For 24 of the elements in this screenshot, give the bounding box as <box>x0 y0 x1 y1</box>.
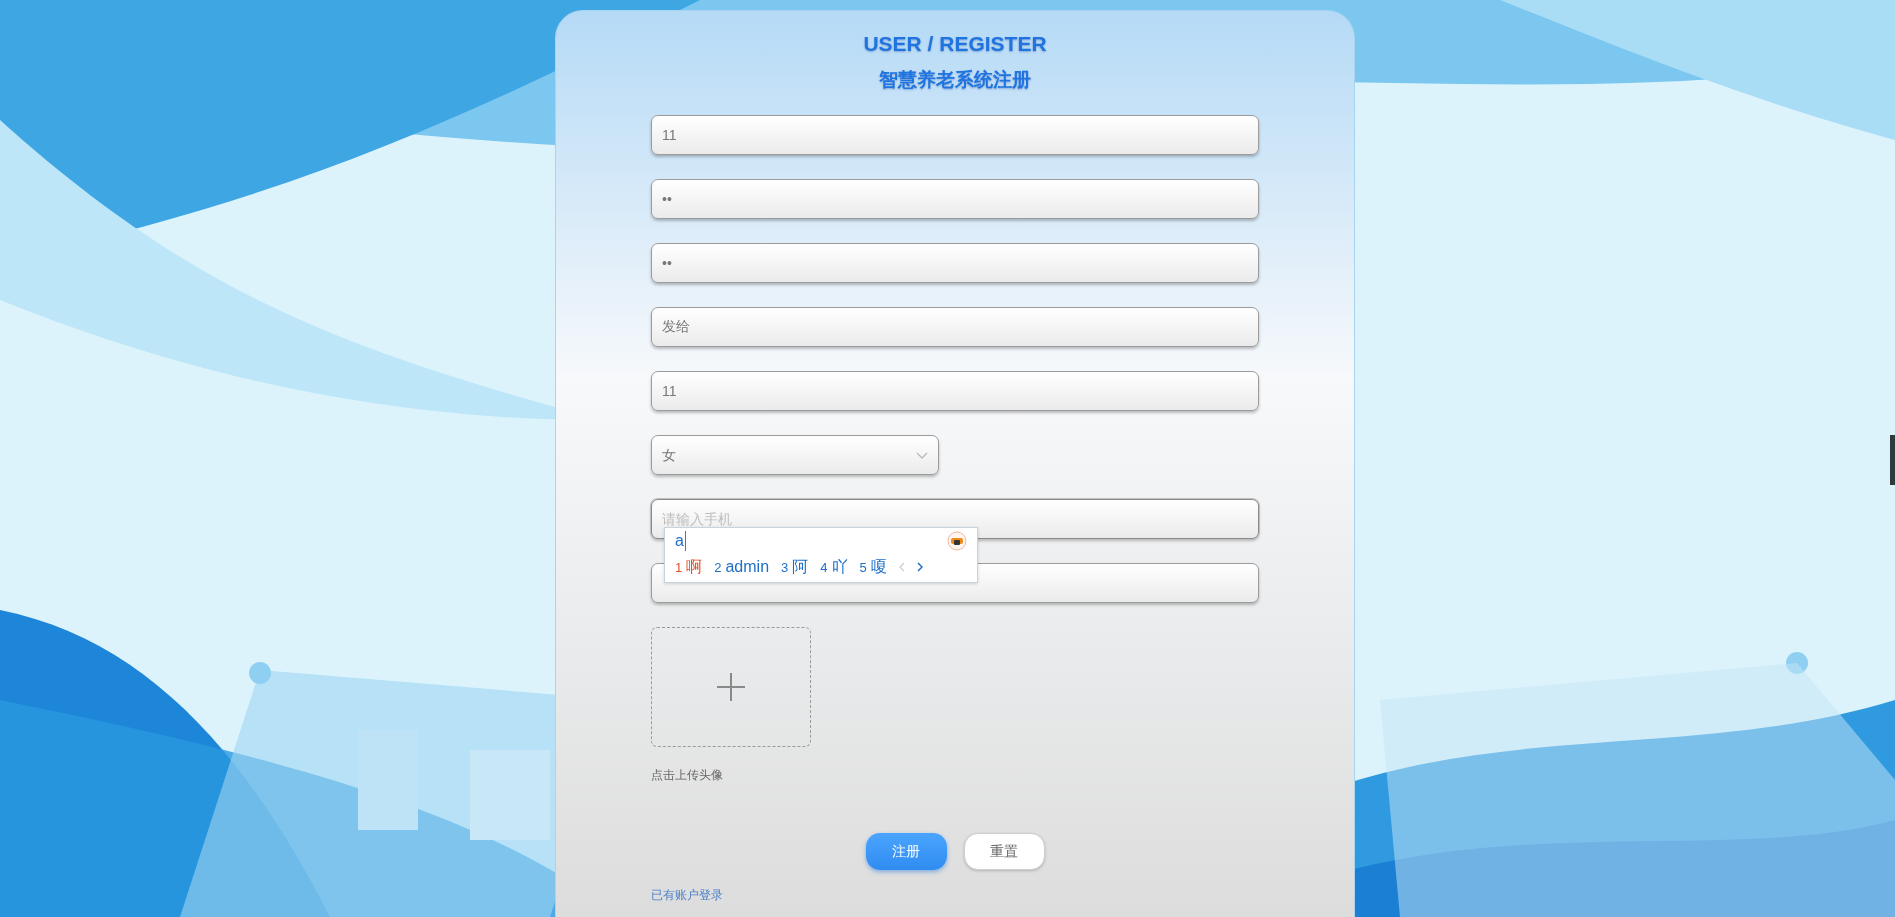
page-title: USER / REGISTER <box>863 31 1047 57</box>
input-field[interactable]: 11 <box>651 371 1259 411</box>
next-page-icon[interactable] <box>916 562 923 572</box>
chevron-down-icon <box>916 451 928 459</box>
page-subtitle: 智慧养老系统注册 <box>879 68 1031 92</box>
input-field[interactable]: 发给 <box>651 307 1259 347</box>
ime-candidate[interactable]: 3 阿 <box>781 556 809 578</box>
gender-select[interactable]: 女 <box>651 435 939 475</box>
input-field[interactable]: •• <box>651 179 1259 219</box>
scrollbar-thumb[interactable] <box>1890 435 1895 485</box>
upload-caption: 点击上传头像 <box>651 768 724 782</box>
input-field[interactable]: 11 <box>651 115 1259 155</box>
input-field[interactable]: •• <box>651 243 1259 283</box>
ime-candidate[interactable]: 5 嗄 <box>859 556 887 578</box>
ime-candidate[interactable]: 1 啊 <box>675 556 703 578</box>
reset-button[interactable]: 重置 <box>963 833 1045 870</box>
plus-icon <box>717 673 745 701</box>
ime-logo-icon <box>947 531 967 551</box>
ime-composition: a <box>675 531 686 551</box>
upload-box[interactable] <box>651 627 811 747</box>
ime-candidate[interactable]: 2 admin <box>714 556 770 578</box>
login-link[interactable]: 已有账户登录 <box>651 888 723 902</box>
ime-candidate[interactable]: 4 吖 <box>820 556 848 578</box>
register-button[interactable]: 注册 <box>865 833 947 870</box>
